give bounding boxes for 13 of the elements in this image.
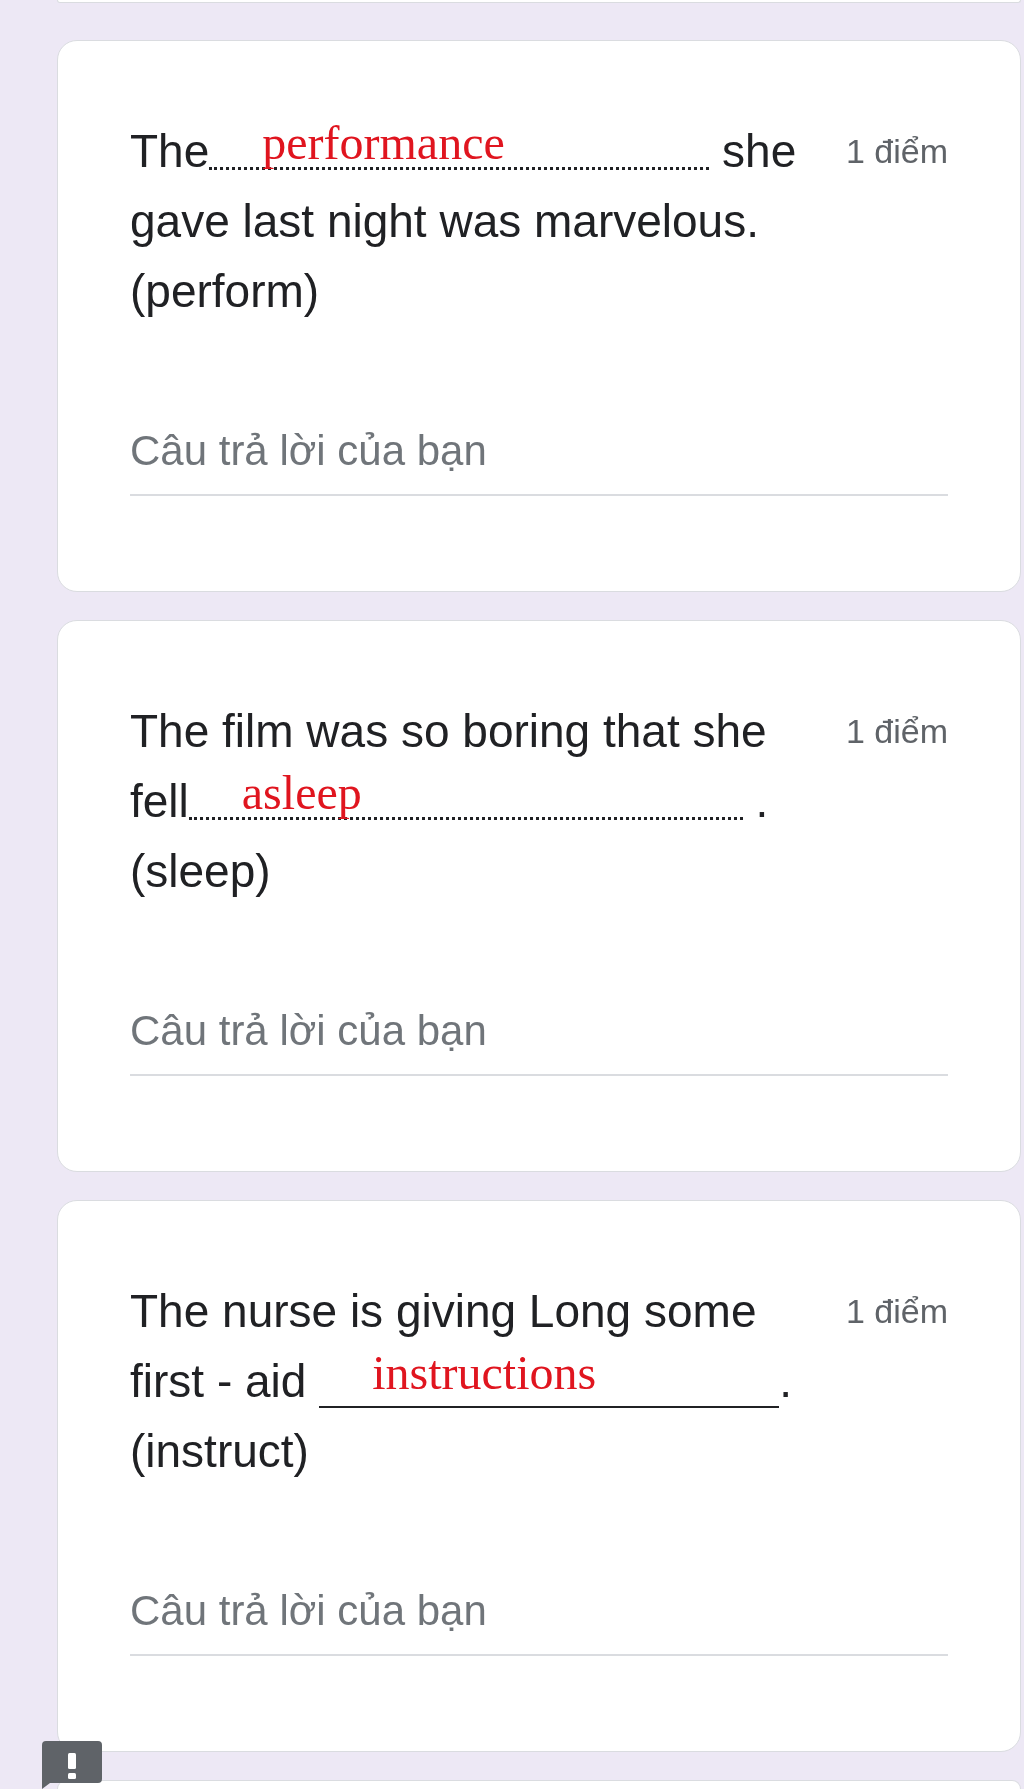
points-label: 1 điểm [845, 131, 948, 172]
question-text: The performance she gave last night was marvelous. (perform) [130, 116, 798, 319]
question-text: The nurse is giving Long some first - aid instructions . (instruct) [130, 1284, 793, 1479]
points-label: 1 điểm [845, 711, 948, 752]
fill-in-line: asleep [188, 769, 743, 820]
fill-in-line: instructions [319, 1349, 780, 1408]
question-text: The film was so boring that she fell asleep . (sleep) [130, 704, 770, 899]
answer-field[interactable]: Câu trả lời của bạn [130, 1006, 948, 1076]
fill-in-line: performance [209, 119, 710, 170]
answer-field[interactable]: Câu trả lời của bạn [130, 1586, 948, 1656]
answer-field[interactable]: Câu trả lời của bạn [130, 426, 948, 496]
points-label: 1 điểm [845, 1291, 948, 1332]
exclamation-bubble-icon[interactable] [42, 1741, 102, 1789]
